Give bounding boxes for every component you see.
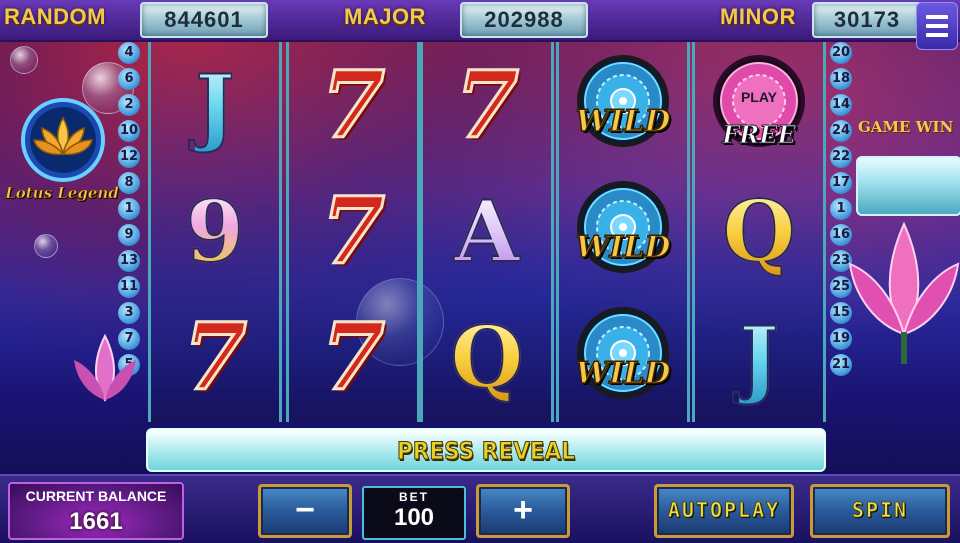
bet-increase-button[interactable]: + — [476, 484, 570, 538]
play-label: PLAY — [740, 89, 778, 105]
wild-label: WILD — [575, 355, 671, 392]
payline-number: 10 — [118, 120, 140, 142]
symbol-wild: WILD — [571, 305, 675, 409]
reel-cell: PLAY FREE — [695, 42, 823, 168]
reel-cell: WILD — [559, 294, 687, 420]
bet-decrease-button[interactable]: − — [258, 484, 352, 538]
payline-number: 6 — [118, 68, 140, 90]
payline-number: 3 — [118, 302, 140, 324]
symbol-wild: WILD — [571, 179, 675, 283]
symbol-seven: 7 — [453, 50, 520, 161]
symbol-9: 9 — [185, 181, 245, 282]
random-jackpot-label: RANDOM — [4, 4, 106, 29]
payline-number: 18 — [830, 68, 852, 90]
bet-label: BET — [399, 490, 429, 504]
minor-jackpot-value: 30173 — [812, 2, 922, 38]
payline-number: 2 — [118, 94, 140, 116]
payline-number: 13 — [118, 250, 140, 272]
symbol-q: Q — [449, 307, 524, 408]
symbol-j: J — [194, 55, 236, 156]
spin-button[interactable]: SPIN — [810, 484, 950, 538]
reel: 7 7 7 — [286, 42, 420, 422]
payline-number: 20 — [830, 42, 852, 64]
symbol-seven: 7 — [319, 50, 386, 161]
major-jackpot-value: 202988 — [460, 2, 588, 38]
symbol-wild: WILD — [571, 53, 675, 157]
reel-cell: 7 — [289, 294, 417, 420]
reel-cell: 7 — [289, 168, 417, 294]
minor-jackpot-label: MINOR — [720, 4, 796, 29]
reel-cell: Q — [695, 168, 823, 294]
balance-value: 1661 — [69, 508, 123, 535]
balance-panel: CURRENT BALANCE 1661 — [8, 482, 184, 540]
reel: PLAY FREE Q J — [692, 42, 826, 422]
bubble-decoration — [10, 46, 38, 74]
free-label: FREE — [722, 120, 797, 150]
reel-cell: J — [151, 42, 279, 168]
major-jackpot-label: MAJOR — [344, 4, 426, 29]
game-background: RANDOM 844601 MAJOR 202988 MINOR 30173 L… — [0, 0, 960, 543]
wild-label: WILD — [575, 103, 671, 140]
reel: 7 AQ — [420, 42, 554, 422]
autoplay-button[interactable]: AUTOPLAY — [654, 484, 794, 538]
payline-number: 9 — [118, 224, 140, 246]
payline-number: 14 — [830, 94, 852, 116]
payline-number: 11 — [118, 276, 140, 298]
lotus-flower-decoration — [74, 333, 136, 402]
reel-cell: 7 — [289, 42, 417, 168]
logo-title: Lotus Legend — [5, 184, 119, 203]
game-win-label: GAME WIN — [858, 118, 954, 136]
reel-cell: J — [695, 294, 823, 420]
symbol-j: J — [738, 307, 780, 408]
reel-cell: Q — [423, 294, 551, 420]
game-win-value — [856, 156, 960, 216]
lotus-flower-decoration — [848, 221, 960, 364]
reel-cell: 7 — [151, 294, 279, 420]
reel-cell: WILD — [559, 42, 687, 168]
symbol-seven: 7 — [319, 176, 386, 287]
jackpot-bar: RANDOM 844601 MAJOR 202988 MINOR 30173 — [0, 0, 960, 42]
reel-cell: WILD — [559, 168, 687, 294]
reel: J 9 7 — [148, 42, 282, 422]
wild-label: WILD — [575, 229, 671, 266]
payline-number: 4 — [118, 42, 140, 64]
bubble-decoration — [34, 234, 58, 258]
symbol-a: A — [453, 181, 520, 282]
hamburger-menu-icon[interactable] — [916, 2, 958, 50]
reel-cell: 7 — [423, 42, 551, 168]
reel-cell: A — [423, 168, 551, 294]
balance-label: CURRENT BALANCE — [25, 488, 167, 504]
random-jackpot-value: 844601 — [140, 2, 268, 38]
reel: WILD WILD WILD — [556, 42, 690, 422]
payline-number: 22 — [830, 146, 852, 168]
reel-cell: 9 — [151, 168, 279, 294]
payline-number: 8 — [118, 172, 140, 194]
symbol-seven: 7 — [319, 302, 386, 413]
symbol-play-free: PLAY FREE — [707, 53, 811, 157]
symbol-q: Q — [721, 181, 796, 282]
bet-panel: BET 100 — [362, 486, 466, 540]
payline-number: 24 — [830, 120, 852, 142]
press-reveal-button[interactable]: PRESS REVEAL — [146, 428, 826, 472]
payline-number: 12 — [118, 146, 140, 168]
payline-number: 17 — [830, 172, 852, 194]
bet-value: 100 — [393, 504, 435, 531]
payline-number: 1 — [118, 198, 140, 220]
symbol-seven: 7 — [181, 302, 248, 413]
